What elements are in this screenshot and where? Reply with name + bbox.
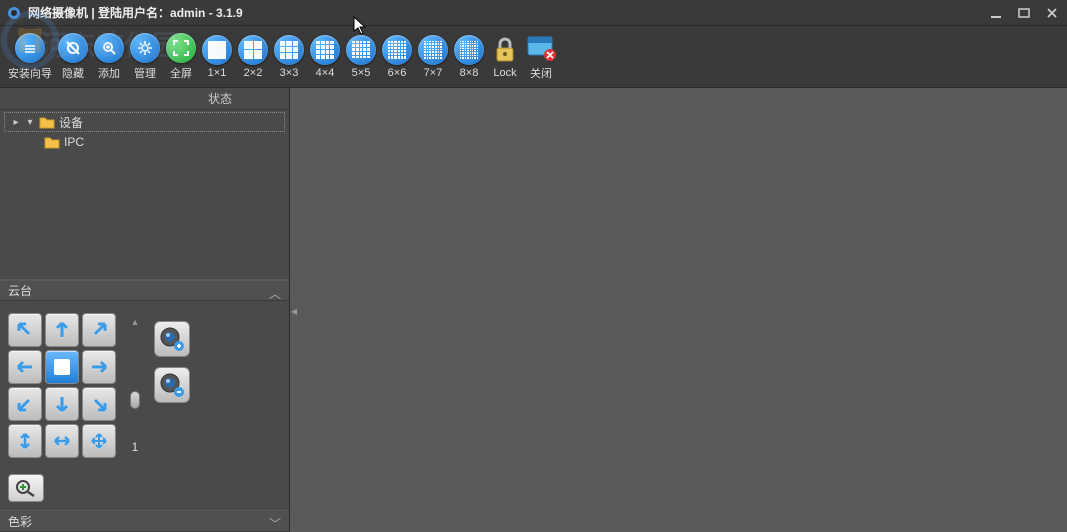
ptz-up-left-button[interactable]	[8, 313, 42, 347]
ptz-speed-slider[interactable]: ▴ 1	[130, 313, 140, 458]
chevron-up-icon: ︿	[269, 285, 281, 302]
collapse-icon[interactable]: ▾	[25, 117, 35, 128]
ptz-panel-header[interactable]: 云台 ︿	[0, 280, 289, 302]
app-icon	[6, 5, 22, 21]
grid-3x3-button[interactable]: 3×3	[274, 35, 304, 79]
zoom-out-camera-button[interactable]	[154, 367, 190, 403]
speed-value: 1	[132, 440, 139, 454]
lock-button[interactable]: Lock	[490, 35, 520, 79]
close-window-button[interactable]	[1043, 5, 1061, 21]
lock-icon	[490, 35, 520, 65]
add-label: 添加	[98, 65, 120, 81]
grid-1x1-button[interactable]: 1×1	[202, 35, 232, 79]
zoom-in-camera-button[interactable]	[154, 321, 190, 357]
install-wizard-button[interactable]: 安装向导	[8, 33, 52, 81]
manage-label: 管理	[134, 65, 156, 81]
device-tree-panel: 状态 ▸ ▾ 设备 IPC	[0, 88, 289, 280]
grid-2x2-button[interactable]: 2×2	[238, 35, 268, 79]
tree-root-device[interactable]: ▸ ▾ 设备	[4, 112, 285, 132]
grid-6x6-button[interactable]: 6×6	[382, 35, 412, 79]
color-title: 色彩	[8, 513, 32, 530]
chevron-down-icon: ﹀	[269, 515, 281, 532]
tree-header-status: 状态	[208, 90, 232, 107]
folder-icon	[39, 115, 55, 129]
color-panel-header[interactable]: 色彩 ﹀	[0, 510, 289, 532]
grid-8x8-button[interactable]: 8×8	[454, 35, 484, 79]
hide-label: 隐藏	[62, 65, 84, 81]
speed-thumb[interactable]	[130, 391, 140, 409]
ptz-down-left-button[interactable]	[8, 387, 42, 421]
ptz-scan-all-button[interactable]	[82, 424, 116, 458]
grid-6x6-label: 6×6	[388, 67, 407, 79]
close-view-button[interactable]: 关闭	[526, 33, 556, 81]
close-screen-icon	[526, 33, 556, 63]
tree-root-label: 设备	[59, 114, 83, 131]
hide-button[interactable]: 隐藏	[58, 33, 88, 81]
sidebar-collapse-handle[interactable]: ◂	[290, 303, 298, 319]
grid-4x4-label: 4×4	[316, 67, 335, 79]
main-toolbar: 安装向导 隐藏 添加 管理 全屏 1×1 2×2 3×3 4×4 5×5 6×6	[0, 26, 1067, 88]
speed-up-icon[interactable]: ▴	[132, 317, 137, 328]
fullscreen-button[interactable]: 全屏	[166, 33, 196, 81]
lock-label: Lock	[493, 67, 516, 79]
close-view-label: 关闭	[530, 65, 552, 81]
grid-5x5-button[interactable]: 5×5	[346, 35, 376, 79]
maximize-button[interactable]	[1015, 5, 1033, 21]
grid-8x8-label: 8×8	[460, 67, 479, 79]
ptz-up-button[interactable]	[45, 313, 79, 347]
ptz-stop-button[interactable]	[45, 350, 79, 384]
grid-3x3-label: 3×3	[280, 67, 299, 79]
grid-4x4-button[interactable]: 4×4	[310, 35, 340, 79]
grid-2x2-label: 2×2	[244, 67, 263, 79]
ptz-title: 云台	[8, 282, 32, 299]
ptz-up-right-button[interactable]	[82, 313, 116, 347]
install-label: 安装向导	[8, 65, 52, 81]
tree-child-label: IPC	[64, 135, 84, 149]
manage-button[interactable]: 管理	[130, 33, 160, 81]
ptz-scan-vertical-button[interactable]	[8, 424, 42, 458]
sidebar: 状态 ▸ ▾ 设备 IPC 云台 ︿	[0, 88, 290, 532]
window-title: 网络摄像机 | 登陆用户名：admin - 3.1.9	[28, 4, 987, 21]
magnify-button[interactable]	[8, 474, 44, 502]
add-button[interactable]: 添加	[94, 33, 124, 81]
grid-1x1-label: 1×1	[208, 67, 227, 79]
fullscreen-label: 全屏	[170, 65, 192, 81]
ptz-scan-horizontal-button[interactable]	[45, 424, 79, 458]
ptz-down-button[interactable]	[45, 387, 79, 421]
ptz-left-button[interactable]	[8, 350, 42, 384]
titlebar: 网络摄像机 | 登陆用户名：admin - 3.1.9	[0, 0, 1067, 26]
grid-7x7-button[interactable]: 7×7	[418, 35, 448, 79]
ptz-down-right-button[interactable]	[82, 387, 116, 421]
grid-7x7-label: 7×7	[424, 67, 443, 79]
ptz-panel: ▴ 1	[0, 301, 289, 470]
folder-icon	[44, 135, 60, 149]
grid-5x5-label: 5×5	[352, 67, 371, 79]
expand-icon[interactable]: ▸	[11, 117, 21, 128]
ptz-right-button[interactable]	[82, 350, 116, 384]
tree-child-ipc[interactable]: IPC	[4, 132, 285, 152]
minimize-button[interactable]	[987, 5, 1005, 21]
video-view-area: ◂	[290, 88, 1067, 532]
